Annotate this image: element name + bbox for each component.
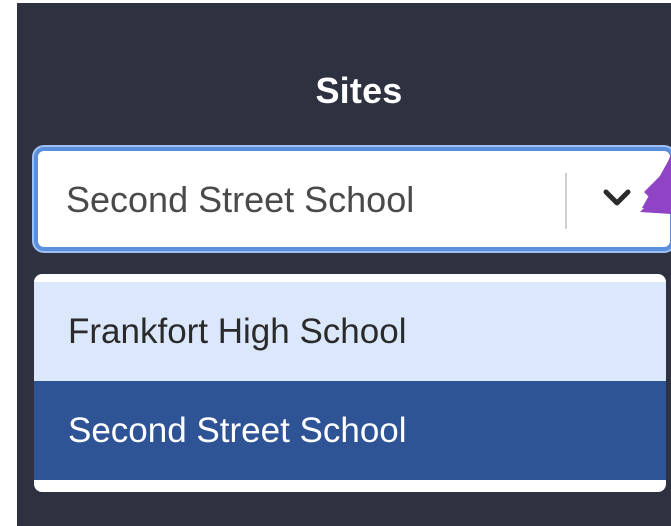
page: Sites Second Street School Frankfort Hig…: [0, 0, 671, 526]
option-label: Frankfort High School: [68, 311, 407, 351]
site-select-value: Second Street School: [66, 179, 415, 220]
option-label: Second Street School: [68, 410, 407, 450]
sites-label: Sites: [315, 70, 403, 111]
select-separator: [565, 173, 567, 229]
site-option-frankfort-high-school[interactable]: Frankfort High School: [34, 282, 666, 381]
site-option-second-street-school[interactable]: Second Street School: [34, 381, 666, 480]
arrow-pointer-icon: [640, 154, 671, 214]
site-select[interactable]: Second Street School: [34, 147, 671, 251]
chevron-down-icon[interactable]: [600, 185, 634, 211]
site-options-menu: Frankfort High School Second Street Scho…: [34, 274, 666, 492]
